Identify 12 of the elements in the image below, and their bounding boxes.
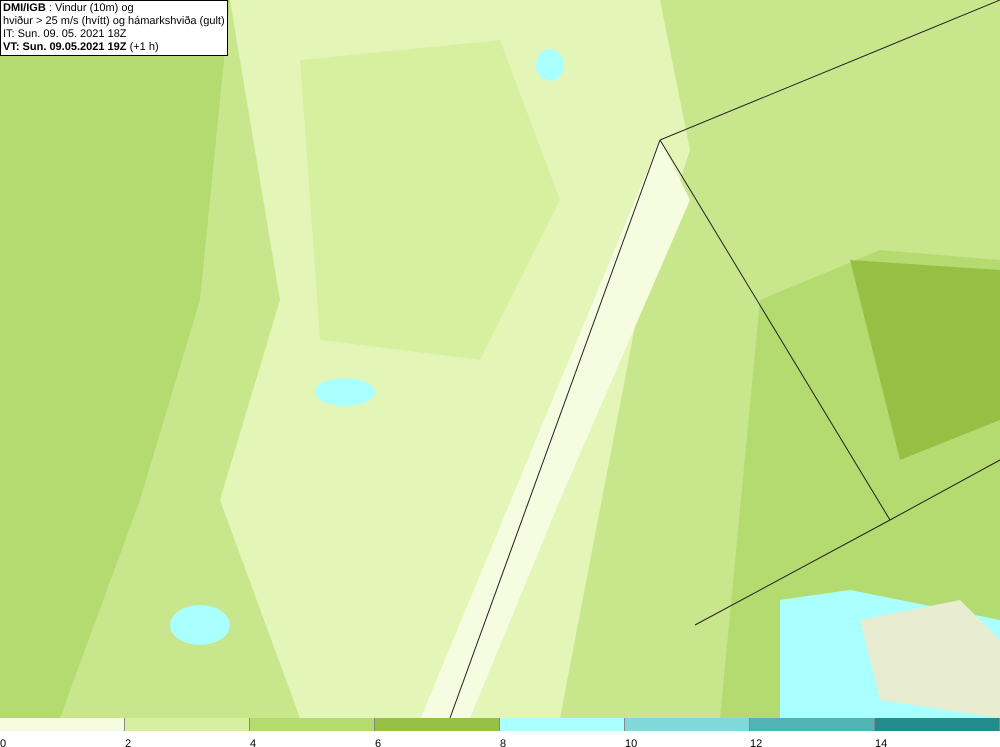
- legend-label: 6: [375, 738, 382, 747]
- legend-label: 2: [125, 738, 132, 747]
- title-line: IT: Sun. 09. 05. 2021 18Z: [3, 28, 128, 41]
- title-line: VT: Sun. 09.05.2021 19Z (+1 h): [3, 41, 160, 54]
- legend-label: 4: [250, 738, 256, 747]
- legend-label: 12: [750, 738, 762, 747]
- title-line: DMI/IGB : Vindur (10m) og: [3, 2, 135, 15]
- legend-label: 10: [625, 738, 638, 747]
- legend-label: 14: [875, 738, 888, 747]
- legend-label: 8: [500, 738, 506, 747]
- legend-label: 0: [0, 738, 6, 747]
- title-line: hviður > 25 m/s (hvítt) og hámarkshviða (gult): [3, 15, 225, 28]
